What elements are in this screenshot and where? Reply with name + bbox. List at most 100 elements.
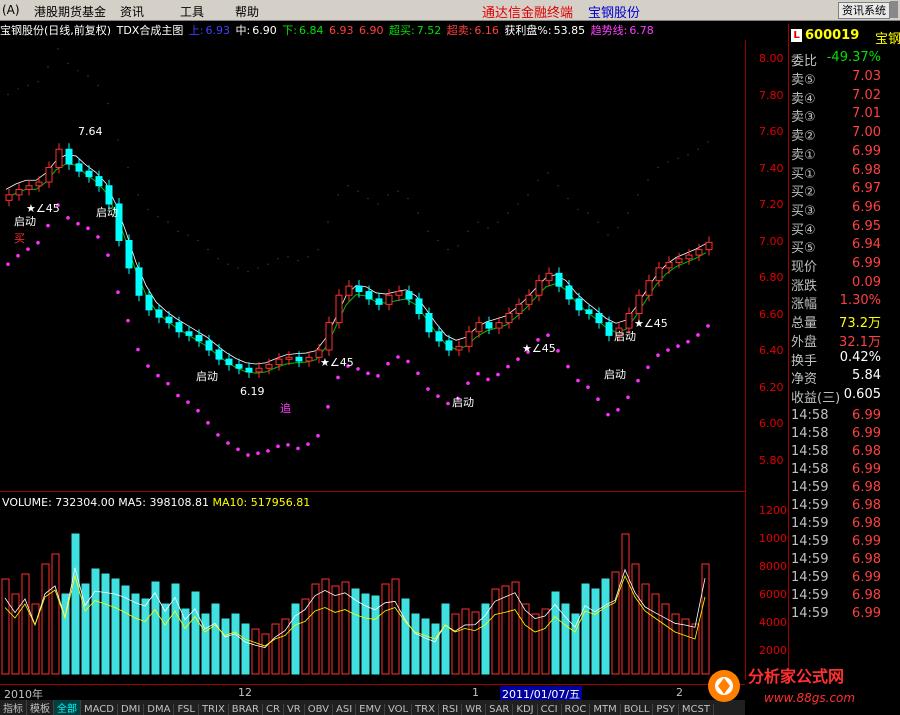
support-dot [256, 451, 260, 455]
tick-row: 14:59 6.98 [791, 480, 899, 498]
band-dot [707, 141, 709, 143]
volume-bar [491, 588, 500, 675]
band-dot [507, 212, 509, 214]
volume-bar [531, 613, 540, 675]
indicator-tab[interactable]: 全部 [54, 700, 81, 715]
price-tick: 7.20 [759, 198, 784, 211]
band-dot [7, 93, 9, 96]
lower-value: 6.84 [298, 24, 324, 37]
volume-bar [631, 563, 640, 675]
band-dot [607, 234, 609, 236]
volume-bar [411, 613, 420, 675]
indicator-tab[interactable]: OBV [305, 704, 333, 715]
support-dot [306, 442, 310, 446]
info-system-button[interactable]: 资讯系统 [838, 2, 890, 19]
indicator-tab[interactable]: FSL [174, 704, 199, 715]
support-dot [426, 387, 430, 391]
indicator-tab[interactable]: VR [284, 704, 305, 715]
support-dot [596, 397, 600, 402]
start-signal-label: 启动 [452, 396, 474, 409]
indicator-tab[interactable]: PSY [653, 704, 679, 715]
support-dot [686, 339, 690, 344]
support-dot [86, 226, 90, 231]
oversold-value: 6.16 [474, 24, 499, 37]
candle-body [225, 358, 233, 366]
candle-body [545, 272, 553, 282]
volume-bar [391, 578, 400, 675]
menu-item-1[interactable]: 港股期货基金 [34, 3, 106, 20]
indicator-tab[interactable]: ASI [333, 704, 357, 715]
indicator-tab[interactable]: TRIX [199, 704, 229, 715]
stock-name: 宝钢 [875, 32, 900, 47]
indicator-tab[interactable]: DMI [118, 704, 145, 715]
tick-row: 14:58 6.99 [791, 426, 899, 444]
mid-label: 中: [235, 24, 251, 37]
star-45-label: ★∠45 [522, 342, 556, 355]
indicator-tab[interactable]: TRX [412, 704, 439, 715]
indicator-info-line: 宝钢股份(日线,前复权) TDX合成主图 上: 6.93 中: 6.90 下: 6.8… [0, 22, 656, 38]
band-dot [287, 256, 289, 258]
v2-value: 6.90 [358, 24, 384, 37]
volume-bar [601, 578, 610, 675]
stock-link[interactable]: 宝钢股份 [588, 2, 640, 21]
indicator-tab[interactable]: WR [462, 704, 487, 715]
indicator-tab[interactable]: MACD [81, 704, 118, 715]
support-dot [576, 378, 580, 383]
promo-text[interactable]: 通达信金融终端 [482, 2, 573, 21]
menu-item-3[interactable]: 工具 [180, 3, 204, 20]
candle-body [45, 167, 53, 183]
menu-item-2[interactable]: 资讯 [120, 3, 144, 20]
indicator-tab[interactable]: 指标 [0, 700, 27, 715]
weibi-row: 委比 -49.37% [791, 50, 899, 69]
volume-bar [21, 573, 30, 675]
support-dot [506, 364, 510, 369]
volume-bar [341, 581, 350, 675]
stock-title: 宝钢股份(日线,前复权) [0, 24, 112, 37]
indicator-tab[interactable]: CCI [538, 704, 562, 715]
price-axis: 8.00 7.80 7.60 7.40 7.20 7.00 6.80 6.60 6.40 6.20… [745, 40, 794, 680]
buy-row-label: 买① [791, 166, 816, 182]
indicator-name[interactable]: TDX合成主图 [117, 24, 184, 37]
candle-body [245, 367, 253, 373]
band-dot [557, 185, 559, 187]
candle-body [215, 349, 223, 360]
support-dot [396, 355, 400, 359]
volume-bar [201, 613, 210, 675]
indicator-tab[interactable]: KDJ [513, 704, 538, 715]
volume-bar [161, 603, 170, 675]
support-dot [336, 375, 340, 380]
support-dot [606, 412, 610, 417]
tick-row: 14:59 6.99 [791, 606, 899, 624]
indicator-tab[interactable]: BRAR [229, 704, 263, 715]
indicator-tab[interactable]: CR [263, 704, 284, 715]
indicator-tab[interactable]: RSI [439, 704, 463, 715]
tick-row-value: 6.98 [852, 587, 881, 603]
indicator-tab[interactable]: BOLL [621, 704, 654, 715]
volume-chart[interactable] [0, 494, 745, 684]
buy-row-value: 6.98 [852, 162, 881, 178]
menu-item-0[interactable]: (A) [2, 3, 20, 17]
sell-row: 卖② 7.00 [791, 125, 899, 144]
stat-row: 收益(三) 0.605 [791, 387, 899, 406]
support-dot [696, 333, 700, 337]
indicator-tab[interactable]: MTM [590, 704, 621, 715]
indicator-tab[interactable]: VOL [385, 704, 413, 715]
volume-bar [311, 583, 320, 675]
candlestick-chart[interactable]: 7.646.19买追启动启动启动启动启动启动★∠45★∠45★∠45★∠45 [0, 40, 745, 490]
stat-row-label: 涨幅 [791, 297, 818, 313]
support-dot [656, 353, 660, 358]
volume-bar [301, 598, 310, 675]
support-dot [636, 378, 640, 383]
candle-body [575, 298, 583, 311]
tick-row-label: 14:59 [791, 515, 829, 531]
indicator-tab[interactable]: 模板 [27, 700, 54, 715]
indicator-tab[interactable]: ROC [562, 704, 591, 715]
band-dot [637, 194, 639, 196]
volume-bar [591, 588, 600, 675]
menu-item-4[interactable]: 帮助 [235, 3, 259, 20]
stat-row-value: 32.1万 [839, 334, 881, 350]
indicator-tab[interactable]: DMA [144, 704, 175, 715]
indicator-tab[interactable]: EMV [356, 704, 385, 715]
tick-row-value: 6.99 [852, 533, 881, 549]
indicator-tab[interactable]: SAR [486, 704, 514, 715]
